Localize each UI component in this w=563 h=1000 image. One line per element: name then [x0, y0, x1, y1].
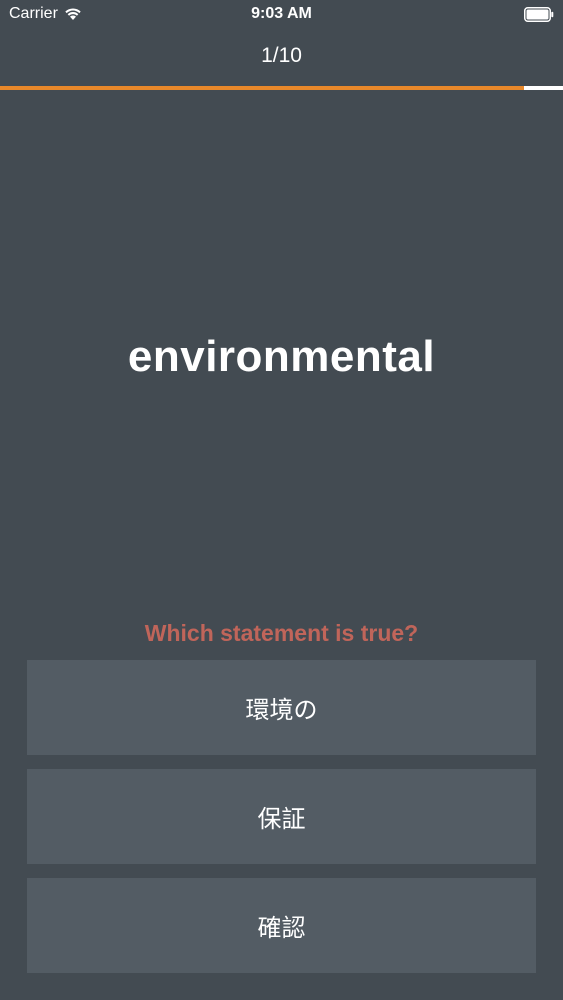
answer-option-3[interactable]: 確認	[27, 878, 536, 973]
battery-icon	[524, 7, 554, 22]
question-prompt: Which statement is true?	[144, 620, 419, 646]
status-bar: Carrier 9:03 AM	[0, 0, 563, 30]
answer-option-2[interactable]: 保証	[27, 769, 536, 864]
quiz-screen: Carrier 9:03 AM 1/10 environmental Which…	[0, 0, 563, 1000]
answer-option-1[interactable]: 環境の	[27, 660, 536, 755]
progress-label: 1/10	[261, 44, 302, 67]
vocabulary-word: environmental	[127, 332, 436, 381]
status-time: 9:03 AM	[251, 5, 312, 22]
progress-bar-fill	[0, 86, 524, 90]
progress-bar	[0, 86, 563, 90]
